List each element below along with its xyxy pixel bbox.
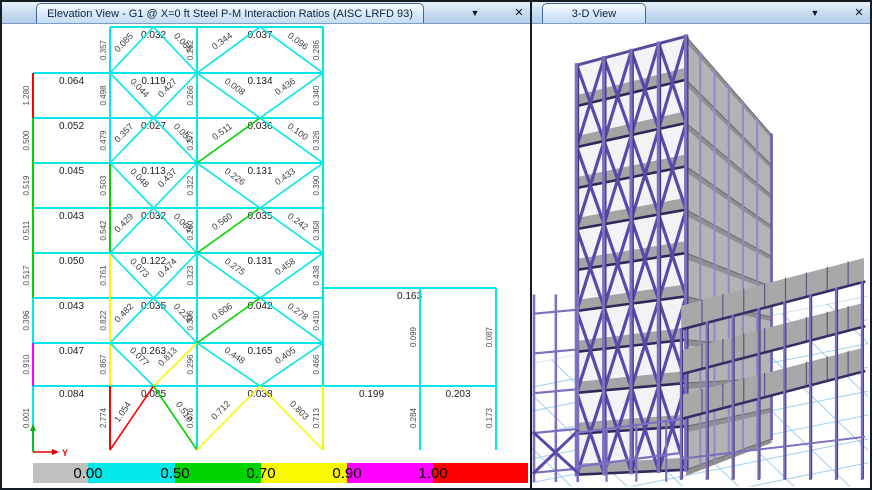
member-value-label: 0.284 xyxy=(409,407,418,428)
member-value-label: 0.203 xyxy=(445,389,470,400)
member-value-label: 0.099 xyxy=(409,326,418,347)
member-value-label: 0.713 xyxy=(312,407,321,428)
view3d-window-controls: ▼ ✕ xyxy=(804,2,870,24)
member-value-label: 0.052 xyxy=(59,121,84,132)
member-value-label: 0.542 xyxy=(99,220,108,241)
member-value-label: 0.087 xyxy=(485,326,494,347)
member-value-label: 0.286 xyxy=(312,39,321,60)
legend-label: 0.70 xyxy=(246,465,275,482)
member-value-label: 0.822 xyxy=(99,310,108,331)
sap2000-workspace: Elevation View - G1 @ X=0 ft Steel P-M I… xyxy=(0,0,872,490)
member-value-label: 0.323 xyxy=(186,265,195,286)
member-value-label: 0.173 xyxy=(485,407,494,428)
member-value-label: 0.517 xyxy=(22,265,31,286)
view3d-title: 3-D View xyxy=(572,8,616,20)
member-value-label: 0.001 xyxy=(22,407,31,428)
member-value-label: 0.910 xyxy=(22,354,31,375)
elevation-drawing[interactable]: 0.064 0.052 0.045 0.043 0.050 0.043 0.047 0.084… xyxy=(2,24,530,488)
member-value-label: 0.163 xyxy=(397,291,422,302)
member-value-label: 0.322 xyxy=(186,175,195,196)
member-value-label: 0.199 xyxy=(359,389,384,400)
window-dropdown-icon[interactable]: ▼ xyxy=(804,4,826,22)
elevation-titlebar: Elevation View - G1 @ X=0 ft Steel P-M I… xyxy=(2,2,530,24)
member-value-label: 0.042 xyxy=(247,301,272,312)
member-value-label: 0.296 xyxy=(186,354,195,375)
grid-line xyxy=(532,487,868,488)
member-value-label: 0.165 xyxy=(247,346,272,357)
elevation-title-tab[interactable]: Elevation View - G1 @ X=0 ft Steel P-M I… xyxy=(36,3,424,23)
member-value-label: 0.511 xyxy=(22,220,31,240)
view3d-titlebar: 3-D View ▼ ✕ xyxy=(532,2,870,24)
member-value-label: 0.047 xyxy=(59,346,84,357)
legend-label: 0.90 xyxy=(332,465,361,482)
member-value-label: 0.867 xyxy=(99,354,108,375)
member-value-label: 0.036 xyxy=(247,121,272,132)
member-value-label: 0.043 xyxy=(59,301,84,312)
member-value-label: 0.084 xyxy=(59,389,84,400)
member-value-label: 0.326 xyxy=(312,130,321,151)
member-value-label: 0.500 xyxy=(22,130,31,151)
member-value-label: 1.280 xyxy=(22,85,31,106)
member-value-label: 0.131 xyxy=(247,166,272,177)
y-axis-label: Y xyxy=(62,448,68,458)
member-value-label: 0.479 xyxy=(99,130,108,151)
brace-member[interactable] xyxy=(197,386,260,450)
member-value-label: 0.266 xyxy=(186,85,195,106)
member-value-label: 0.050 xyxy=(59,256,84,267)
member-value-label: 0.519 xyxy=(22,175,31,196)
member-value-label: 0.466 xyxy=(312,354,321,375)
y-axis-arrow-icon xyxy=(52,449,59,455)
view3d-canvas[interactable] xyxy=(532,24,870,488)
window-close-icon[interactable]: ✕ xyxy=(508,4,530,22)
elevation-canvas[interactable]: 0.064 0.052 0.045 0.043 0.050 0.043 0.047 0.084… xyxy=(2,24,530,488)
window-dropdown-icon[interactable]: ▼ xyxy=(464,4,486,22)
member-value-label: 0.131 xyxy=(247,256,272,267)
member-value-label: 2.774 xyxy=(99,407,108,428)
elevation-window-controls: ▼ ✕ xyxy=(464,2,530,24)
member-value-label: 0.358 xyxy=(312,220,321,241)
member-value-label: 0.396 xyxy=(22,310,31,331)
window-close-icon[interactable]: ✕ xyxy=(848,4,870,22)
view3d-title-tab[interactable]: 3-D View xyxy=(542,3,646,23)
view3d-drawing[interactable] xyxy=(532,24,868,488)
member-value-label: 0.035 xyxy=(247,211,272,222)
member-value-label: 0.438 xyxy=(312,265,321,286)
member-value-label: 0.761 xyxy=(99,265,108,286)
member-value-label: 0.134 xyxy=(247,76,272,87)
member-value-label: 0.340 xyxy=(312,85,321,106)
member-value-label: 0.043 xyxy=(59,211,84,222)
elevation-title: Elevation View - G1 @ X=0 ft Steel P-M I… xyxy=(47,8,413,20)
legend-label: 1.00 xyxy=(418,465,447,482)
elevation-window: Elevation View - G1 @ X=0 ft Steel P-M I… xyxy=(2,2,530,488)
member-value-label: 0.045 xyxy=(59,166,84,177)
member-value-label: 0.410 xyxy=(312,310,321,331)
member-value-label: 0.037 xyxy=(247,30,272,41)
member-value-label: 0.390 xyxy=(312,175,321,196)
member-value-label: 0.357 xyxy=(99,39,108,60)
view3d-window: 3-D View ▼ ✕ xyxy=(532,2,870,488)
member-value-label: 0.503 xyxy=(99,175,108,196)
legend-label: 0.00 xyxy=(73,465,102,482)
member-value-label: 0.064 xyxy=(59,76,84,87)
member-value-label: 0.498 xyxy=(99,85,108,106)
legend-label: 0.50 xyxy=(160,465,189,482)
